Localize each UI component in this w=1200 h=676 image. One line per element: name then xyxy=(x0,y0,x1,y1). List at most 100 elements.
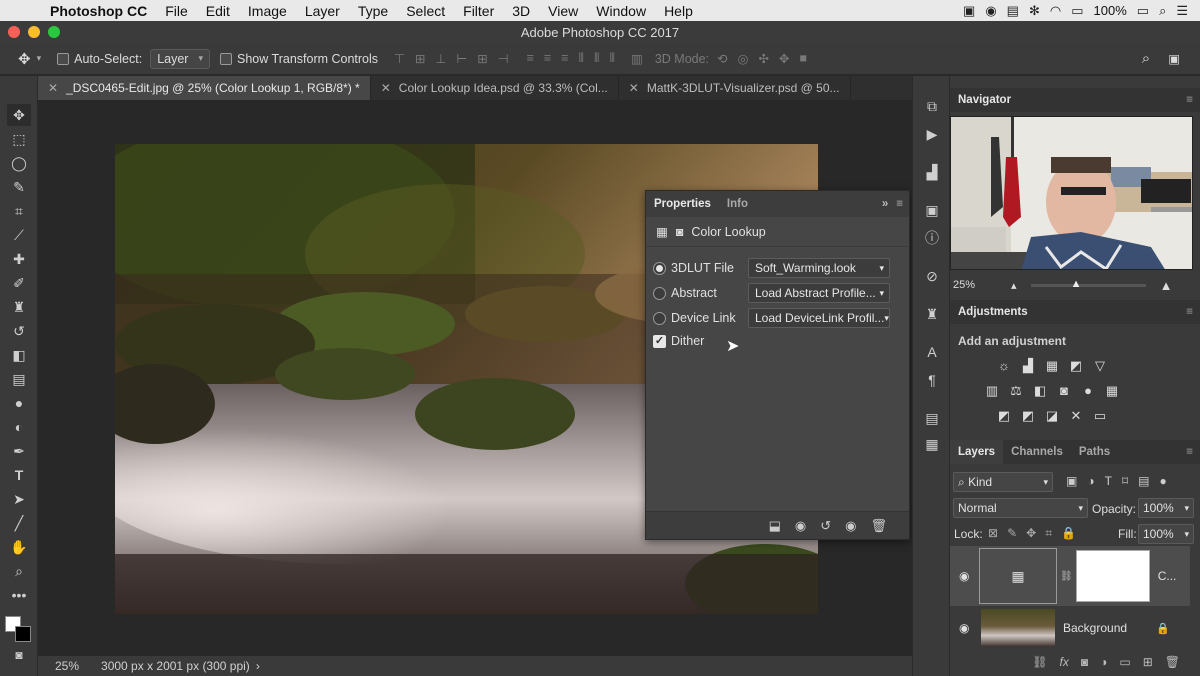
quick-selection-tool-icon[interactable]: ✎ xyxy=(7,176,31,198)
type-tool-icon[interactable]: T xyxy=(7,464,31,486)
lock-all-icon[interactable]: 🔒 xyxy=(1061,526,1076,541)
search-icon[interactable]: ⌕ xyxy=(1142,50,1150,67)
gradient-tool-icon[interactable]: ▤ xyxy=(7,368,31,390)
invert-icon[interactable]: ◩ xyxy=(996,408,1012,424)
3d-scale-icon[interactable]: ■ xyxy=(799,51,807,66)
abstract-dropdown[interactable]: Load Abstract Profile... ▾ xyxy=(748,283,890,303)
gradient-map-icon[interactable]: ▭ xyxy=(1092,408,1108,424)
battery-icon[interactable]: ▭ xyxy=(1137,3,1149,19)
histogram-panel-icon[interactable]: ▟ xyxy=(922,162,942,182)
zoom-in-icon[interactable]: ▲ xyxy=(1160,278,1173,293)
lock-pixels-icon[interactable]: ✎ xyxy=(1007,526,1017,541)
new-layer-icon[interactable]: ⊞ xyxy=(1143,655,1153,669)
tab-properties[interactable]: Properties xyxy=(646,198,719,210)
filter-shape-icon[interactable]: ⌑ xyxy=(1122,474,1128,488)
auto-align-icon[interactable]: ▥ xyxy=(631,51,643,66)
lock-transparency-icon[interactable]: ⊠ xyxy=(988,526,998,541)
layer-link-icon[interactable]: ⛓ xyxy=(1060,571,1073,582)
navigator-zoom-value[interactable]: 25% xyxy=(953,279,975,291)
quick-mask-icon[interactable]: ◙ xyxy=(7,644,31,666)
history-brush-tool-icon[interactable]: ↺ xyxy=(7,320,31,342)
minimize-window-button[interactable] xyxy=(28,26,40,38)
menu-filter[interactable]: Filter xyxy=(454,3,503,19)
properties-panel-icon[interactable]: ▣ xyxy=(922,200,942,220)
layer-color-lookup[interactable]: ◉ ▦ ⛓ C... xyxy=(950,546,1190,606)
lut-file-option[interactable]: 3DLUT File xyxy=(653,261,734,275)
layer-name[interactable]: Background xyxy=(1063,621,1127,635)
3d-orbit-icon[interactable]: ⟲ xyxy=(717,51,727,66)
zoom-tool-icon[interactable]: ⌕ xyxy=(7,560,31,582)
add-mask-icon[interactable]: ◙ xyxy=(1081,655,1088,669)
document-info[interactable]: 3000 px x 2001 px (300 ppi) xyxy=(101,659,250,673)
filter-type-icon[interactable]: T xyxy=(1105,474,1112,488)
device-link-radio[interactable] xyxy=(653,311,666,325)
delete-layer-icon[interactable]: 🗑 xyxy=(1165,655,1180,669)
layer-name[interactable]: C... xyxy=(1158,569,1177,583)
more-tools-icon[interactable]: ••• xyxy=(7,584,31,606)
tab-channels[interactable]: Channels xyxy=(1003,440,1071,464)
link-layers-icon[interactable]: ⛓ xyxy=(1032,655,1047,669)
camera-icon[interactable]: ▣ xyxy=(963,3,975,19)
tab-paths[interactable]: Paths xyxy=(1071,440,1118,464)
hand-tool-icon[interactable]: ✋ xyxy=(7,536,31,558)
exposure-icon[interactable]: ◩ xyxy=(1068,358,1084,374)
filter-adjustment-icon[interactable]: ◑ xyxy=(1087,474,1094,488)
navigator-title[interactable]: Navigator xyxy=(958,94,1011,106)
notification-list-icon[interactable]: ☰ xyxy=(1176,3,1188,19)
menu-window[interactable]: Window xyxy=(587,3,655,19)
color-lookup-adj-icon[interactable]: ▦ xyxy=(1104,383,1120,399)
new-adjustment-icon[interactable]: ◑ xyxy=(1100,655,1107,669)
pen-tool-icon[interactable]: ✒ xyxy=(7,440,31,462)
channel-mixer-icon[interactable]: ● xyxy=(1080,383,1096,399)
navigator-preview[interactable] xyxy=(950,116,1193,270)
crop-tool-icon[interactable]: ⌗ xyxy=(7,200,31,222)
dither-option[interactable]: ✓ Dither xyxy=(653,334,704,348)
distribute-left-icon[interactable]: ⦀ xyxy=(578,51,584,66)
auto-select-dropdown[interactable]: Layer ▾ xyxy=(150,48,211,69)
tab-layers[interactable]: Layers xyxy=(950,440,1004,464)
align-hcenter-icon[interactable]: ⊞ xyxy=(477,51,487,66)
posterize-icon[interactable]: ◩ xyxy=(1020,408,1036,424)
hue-saturation-icon[interactable]: ▥ xyxy=(984,383,1000,399)
layer-filter-kind[interactable]: ⌕ Kind ▾ xyxy=(953,472,1053,492)
mask-icon[interactable]: ◙ xyxy=(676,225,684,239)
3d-slide-icon[interactable]: ✥ xyxy=(779,51,789,66)
tray-icon[interactable]: ▤ xyxy=(1007,3,1019,19)
distribute-right-icon[interactable]: ⦀ xyxy=(610,51,616,66)
tab-dsc0465[interactable]: ✕ _DSC0465-Edit.jpg @ 25% (Color Lookup … xyxy=(38,76,371,100)
selective-color-icon[interactable]: ✕ xyxy=(1068,408,1084,424)
notes-panel-icon[interactable]: ▤ xyxy=(922,408,942,428)
character-panel-icon[interactable]: A xyxy=(922,342,942,362)
zoom-level[interactable]: 25% xyxy=(55,659,79,673)
close-tab-icon[interactable]: ✕ xyxy=(381,81,391,95)
marquee-tool-icon[interactable]: ⬚ xyxy=(7,128,31,150)
lock-artboard-icon[interactable]: ⌗ xyxy=(1045,526,1052,541)
creative-cloud-icon[interactable]: ◉ xyxy=(985,3,996,19)
tab-color-lookup-idea[interactable]: ✕ Color Lookup Idea.psd @ 33.3% (Col... xyxy=(371,76,619,100)
blend-mode-dropdown[interactable]: Normal ▾ xyxy=(953,498,1088,518)
line-tool-icon[interactable]: ╱ xyxy=(7,512,31,534)
adjustments-title[interactable]: Adjustments xyxy=(958,306,1028,318)
device-link-dropdown[interactable]: Load DeviceLink Profil... ▾ xyxy=(748,308,890,328)
preset-dropdown-icon[interactable]: ▾ xyxy=(37,53,42,64)
levels-icon[interactable]: ▟ xyxy=(1020,358,1036,374)
abstract-radio[interactable] xyxy=(653,286,666,300)
layer-visibility-icon[interactable]: ◉ xyxy=(959,569,973,583)
brush-settings-icon[interactable]: ⊘ xyxy=(922,266,942,286)
layer-background[interactable]: ◉ Background 🔒 xyxy=(950,608,1190,648)
zoom-window-button[interactable] xyxy=(48,26,60,38)
menu-help[interactable]: Help xyxy=(655,3,702,19)
eyedropper-tool-icon[interactable]: ⟋ xyxy=(7,224,31,246)
close-tab-icon[interactable]: ✕ xyxy=(629,81,639,95)
display-icon[interactable]: ▭ xyxy=(1071,3,1083,19)
dodge-tool-icon[interactable]: ◐ xyxy=(7,416,31,438)
bluetooth-icon[interactable]: ✻ xyxy=(1029,3,1040,19)
layer-visibility-icon[interactable]: ◉ xyxy=(959,621,973,635)
threshold-icon[interactable]: ◪ xyxy=(1044,408,1060,424)
lut-file-dropdown[interactable]: Soft_Warming.look ▾ xyxy=(748,258,890,278)
device-link-option[interactable]: Device Link xyxy=(653,311,736,325)
3d-pan-icon[interactable]: ✣ xyxy=(758,51,768,66)
panel-menu-icon[interactable]: ≡ xyxy=(1186,306,1193,318)
close-tab-icon[interactable]: ✕ xyxy=(48,81,58,95)
clone-source-icon[interactable]: ♜ xyxy=(922,304,942,324)
